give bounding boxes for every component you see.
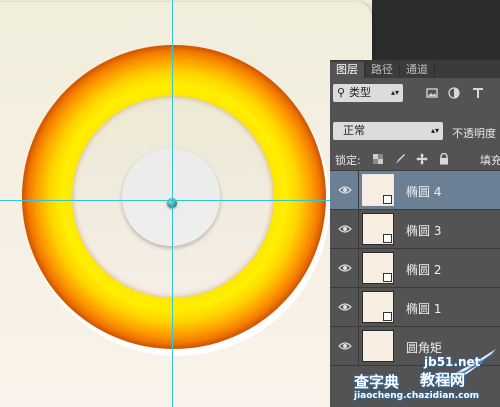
search-icon: ⚲ bbox=[337, 86, 346, 99]
layer-row[interactable]: 椭圆 1 bbox=[330, 288, 500, 327]
divider bbox=[358, 249, 359, 287]
divider bbox=[358, 171, 359, 209]
blend-mode-label: 正常 bbox=[343, 124, 365, 137]
vertical-guide[interactable] bbox=[172, 0, 173, 407]
shape-layer-icon bbox=[383, 273, 392, 282]
lock-label: 锁定: bbox=[335, 154, 361, 167]
layer-thumbnail[interactable] bbox=[362, 291, 394, 323]
layer-thumbnail[interactable] bbox=[362, 252, 394, 284]
horizontal-guide[interactable] bbox=[0, 200, 330, 201]
select-arrows-icon: ▴▾ bbox=[430, 126, 439, 135]
eye-icon[interactable] bbox=[338, 300, 352, 314]
kind-filter-label: 类型 bbox=[349, 86, 371, 99]
watermark-bottom: jiaocheng.chazidian.com bbox=[354, 391, 480, 401]
blend-mode-select[interactable]: 正常 ▴▾ bbox=[333, 122, 443, 140]
layer-name[interactable]: 椭圆 1 bbox=[406, 300, 441, 317]
watermark-top: jb51.net bbox=[424, 355, 481, 369]
fill-label: 填充 bbox=[480, 154, 500, 167]
layer-thumbnail[interactable] bbox=[362, 213, 394, 245]
lock-move-icon[interactable] bbox=[416, 153, 428, 165]
center-disc-shape[interactable] bbox=[122, 148, 220, 246]
shape-layer-icon bbox=[383, 234, 392, 243]
workspace-background bbox=[372, 0, 500, 60]
blend-row: 正常 ▴▾ 不透明度 bbox=[330, 120, 500, 142]
panel-tabs: 图层 路径 通道 bbox=[330, 60, 500, 78]
layer-row[interactable]: 椭圆 2 bbox=[330, 249, 500, 288]
layer-thumbnail[interactable] bbox=[362, 174, 394, 206]
watermark-middle: 教程网 bbox=[420, 371, 466, 389]
divider bbox=[358, 210, 359, 248]
lock-row: 锁定: 填充 bbox=[330, 148, 500, 171]
eye-icon[interactable] bbox=[338, 183, 352, 197]
eye-icon[interactable] bbox=[338, 222, 352, 236]
watermark: jb51.net 查字典 教程网 jiaocheng.chazidian.com bbox=[348, 347, 498, 405]
watermark-left: 查字典 bbox=[354, 373, 400, 391]
layer-name[interactable]: 椭圆 3 bbox=[406, 222, 441, 239]
select-arrows-icon: ▴▾ bbox=[390, 88, 399, 97]
shape-layer-icon bbox=[383, 312, 392, 321]
tab-layers[interactable]: 图层 bbox=[330, 62, 365, 78]
layer-row[interactable]: 椭圆 4 bbox=[330, 171, 500, 210]
tab-channels[interactable]: 通道 bbox=[400, 62, 435, 78]
image-icon[interactable] bbox=[426, 87, 438, 99]
layer-row[interactable]: 椭圆 3 bbox=[330, 210, 500, 249]
tab-paths[interactable]: 路径 bbox=[365, 62, 400, 78]
adjustment-icon[interactable] bbox=[448, 87, 460, 99]
lock-all-icon[interactable] bbox=[438, 153, 450, 165]
eye-icon[interactable] bbox=[338, 261, 352, 275]
layer-filter-bar: ⚲ 类型 ▴▾ bbox=[330, 82, 500, 104]
lock-transparent-icon[interactable] bbox=[372, 153, 384, 165]
layer-name[interactable]: 椭圆 2 bbox=[406, 261, 441, 278]
lock-paint-icon[interactable] bbox=[394, 153, 406, 165]
layer-list: 椭圆 4 椭圆 3 椭圆 2 椭圆 1 圆角矩 bbox=[330, 171, 500, 366]
type-icon[interactable] bbox=[472, 87, 484, 99]
divider bbox=[358, 288, 359, 326]
shape-layer-icon bbox=[383, 195, 392, 204]
layer-name[interactable]: 椭圆 4 bbox=[406, 183, 441, 200]
kind-filter-select[interactable]: ⚲ 类型 ▴▾ bbox=[333, 84, 403, 102]
opacity-label: 不透明度 bbox=[452, 127, 496, 140]
